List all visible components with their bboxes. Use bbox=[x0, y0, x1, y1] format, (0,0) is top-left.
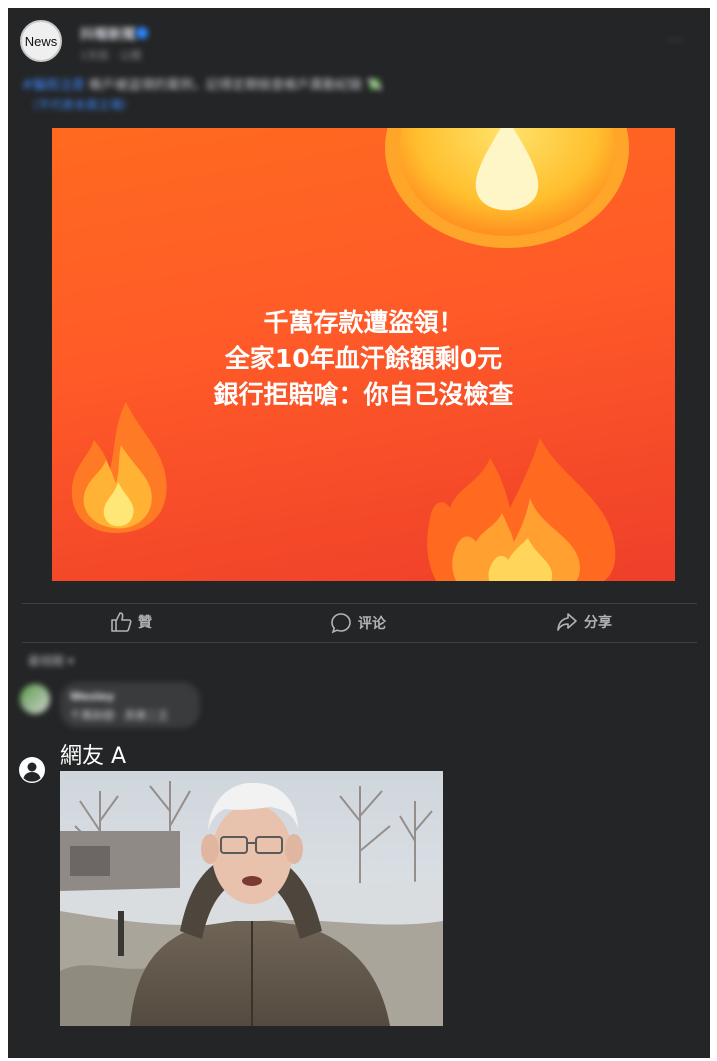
page-name[interactable]: 抖報新聞 bbox=[80, 24, 136, 44]
comment-photo[interactable] bbox=[60, 771, 443, 1026]
meme-photo bbox=[60, 771, 443, 1026]
comment-text: 千萬餘額 · 真實二王 bbox=[70, 709, 169, 722]
caption-hashtag-link[interactable]: #騙局注意 bbox=[22, 78, 85, 93]
comment-bubble: Wesley 千萬餘額 · 真實二王 bbox=[60, 682, 200, 728]
share-button[interactable]: 分享 bbox=[556, 612, 612, 632]
divider-bottom bbox=[22, 642, 697, 643]
post-image[interactable]: 千萬存款遭盜領！ 全家10年血汗餘額剩0元 銀行拒賠嗆：你自己沒檢查 bbox=[52, 128, 675, 581]
fire-left-icon bbox=[71, 402, 167, 533]
like-button[interactable]: 贊 bbox=[110, 612, 152, 632]
page-avatar-text: News bbox=[24, 33, 58, 49]
comment-bubble-icon bbox=[331, 613, 351, 634]
caption-text: 帳戶被盜領的案例，記得定期檢查帳戶異動紀錄 💸 bbox=[84, 78, 383, 93]
commenter-avatar[interactable] bbox=[20, 684, 50, 714]
commenter-name[interactable]: Wesley bbox=[70, 690, 114, 703]
ad-headline-line2: 全家10年血汗餘額剩0元 bbox=[224, 344, 503, 373]
post-caption: #騙局注意 帳戶被盜領的案例，記得定期檢查帳戶異動紀錄 💸 bbox=[22, 74, 662, 93]
user-avatar-icon[interactable] bbox=[19, 757, 45, 783]
comment-button[interactable]: 评论 bbox=[330, 612, 386, 634]
comment-label: 评论 bbox=[358, 616, 386, 632]
caption-line2[interactable]: （不代表本頁立場） bbox=[26, 96, 134, 113]
divider-top bbox=[22, 603, 697, 604]
comment-sort-dropdown[interactable]: 最相關 ▾ bbox=[28, 652, 74, 669]
share-arrow-icon bbox=[557, 613, 577, 631]
page-avatar[interactable]: News bbox=[20, 20, 62, 62]
share-label: 分享 bbox=[584, 615, 612, 631]
like-label: 贊 bbox=[138, 615, 152, 631]
fire-top-icon bbox=[385, 128, 629, 248]
fire-bottom-icon bbox=[427, 438, 616, 581]
thumbs-up-icon bbox=[111, 612, 132, 632]
commenter-name-a[interactable]: 網友 A bbox=[60, 738, 126, 770]
post-meta[interactable]: 1天前 · 公開 bbox=[80, 47, 142, 63]
ad-headline-line1: 千萬存款遭盜領！ bbox=[263, 308, 464, 337]
verified-badge-icon bbox=[136, 27, 148, 39]
ad-headline-line3: 銀行拒賠嗆：你自己沒檢查 bbox=[213, 380, 514, 409]
more-options-icon[interactable]: ··· bbox=[668, 33, 684, 49]
